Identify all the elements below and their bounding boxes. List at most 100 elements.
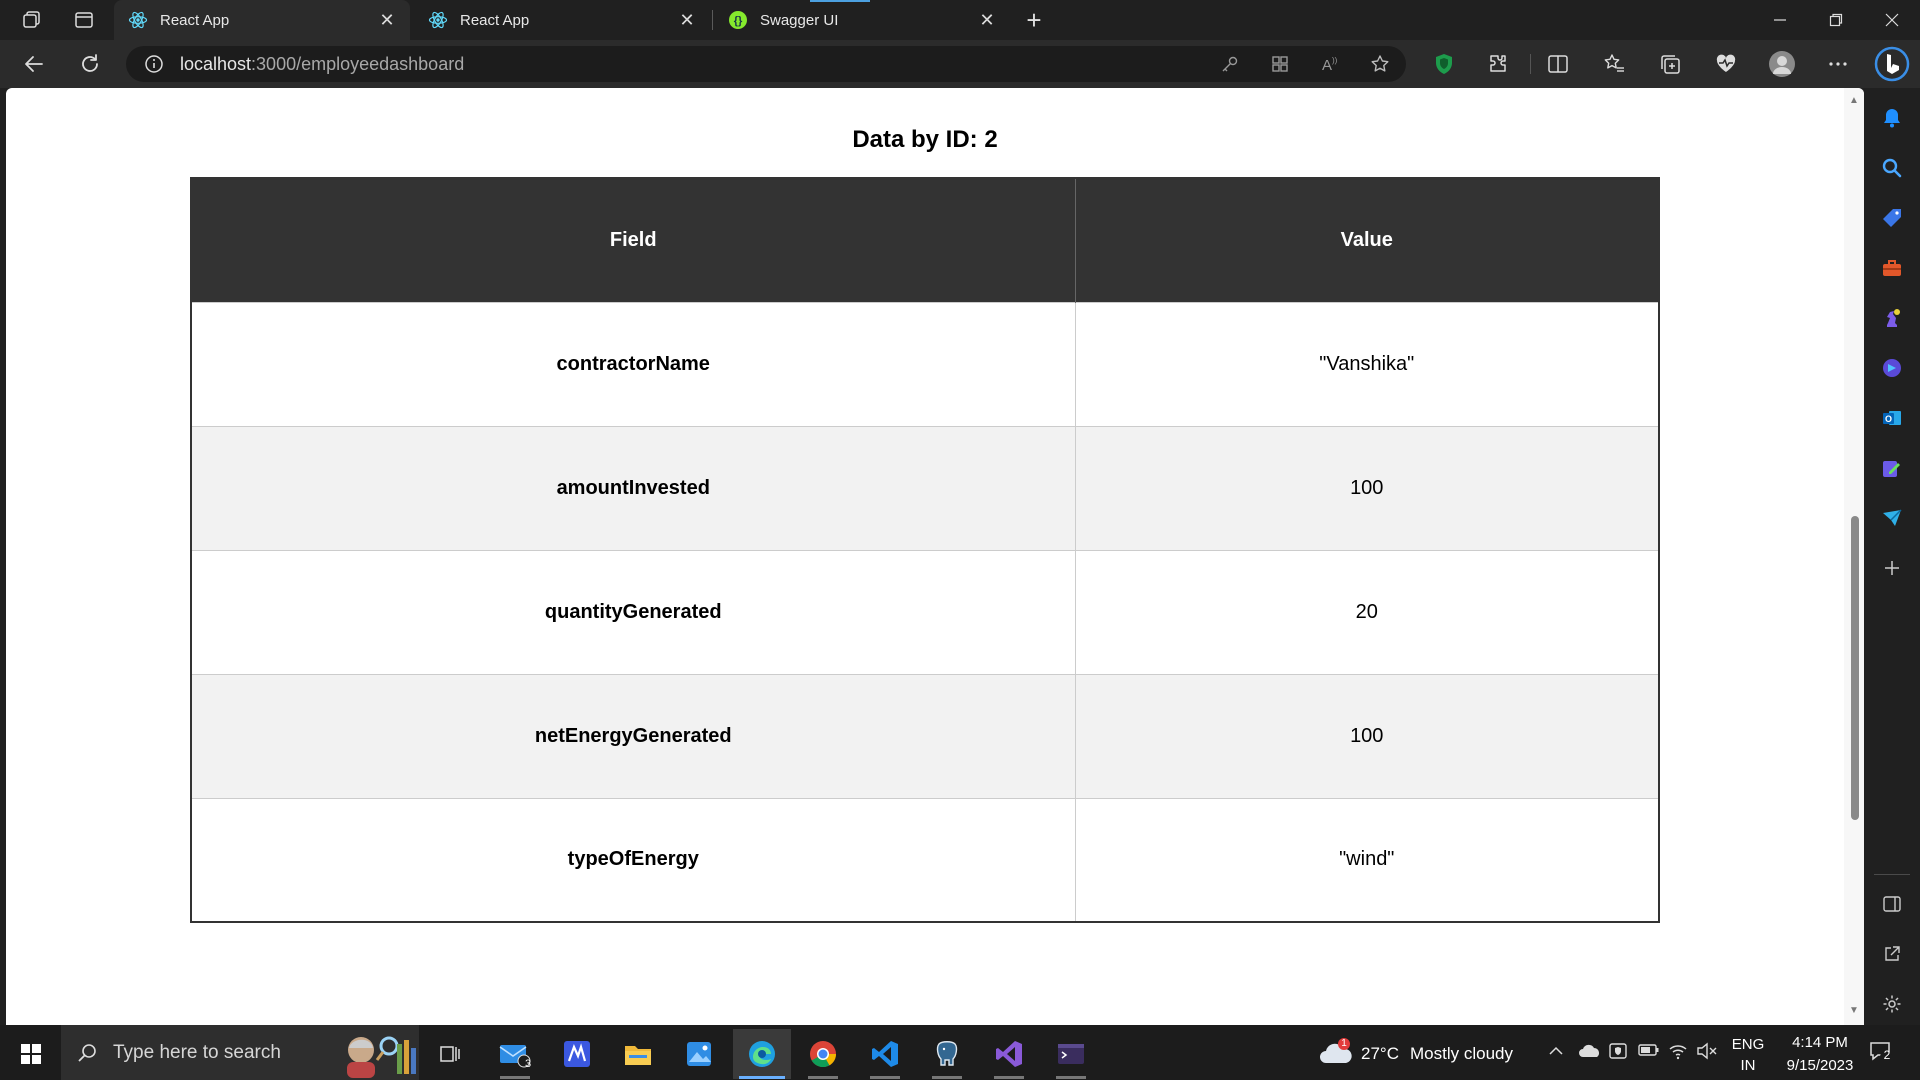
sidebar-open-external-button[interactable] (1876, 938, 1908, 970)
close-tab-icon[interactable]: ✕ (976, 9, 998, 31)
sidebar-settings-button[interactable] (1876, 988, 1908, 1020)
close-window-button[interactable] (1864, 0, 1920, 40)
sidebar-item-send[interactable] (1876, 502, 1908, 534)
taskbar-photos[interactable] (670, 1029, 728, 1079)
split-screen-button[interactable] (1540, 48, 1576, 80)
value-cell: 20 (1074, 549, 1659, 674)
battery-tray-icon[interactable] (1638, 1042, 1660, 1063)
new-tab-button[interactable]: + (1014, 5, 1054, 35)
wifi-tray-icon[interactable] (1668, 1041, 1688, 1066)
tab-title: React App (160, 11, 230, 29)
tab-strip: React App ✕ React App ✕ {} Swagger UI ✕ … (0, 0, 1920, 40)
extensions-button[interactable] (1480, 48, 1516, 80)
taskbar-app-m[interactable] (548, 1029, 606, 1079)
sidebar-item-drop[interactable] (1876, 452, 1908, 484)
address-bar[interactable]: localhost:3000/employeedashboard A)) (126, 46, 1406, 82)
edge-sidebar: O (1864, 88, 1920, 1025)
apps-icon[interactable] (1266, 52, 1294, 76)
taskbar-chrome[interactable] (794, 1029, 852, 1079)
sidebar-item-copilot-app[interactable] (1876, 352, 1908, 384)
table-row: contractorName "Vanshika" (191, 301, 1659, 426)
scrollbar-thumb[interactable] (1851, 516, 1859, 820)
plus-icon (1885, 561, 1899, 575)
onedrive-icon (1579, 1044, 1599, 1057)
close-tab-icon[interactable]: ✕ (676, 9, 698, 31)
sidebar-item-tools[interactable] (1876, 252, 1908, 284)
taskbar-pgadmin[interactable] (918, 1029, 976, 1079)
vscode-icon (872, 1041, 898, 1067)
value-cell: "wind" (1074, 797, 1659, 922)
password-key-icon[interactable] (1216, 52, 1244, 76)
site-info-icon[interactable] (144, 54, 164, 74)
outlook-icon: O (1883, 411, 1901, 425)
weather-condition: Mostly cloudy (1410, 1044, 1513, 1063)
minimize-icon (1774, 19, 1786, 21)
sidebar-add-button[interactable] (1876, 552, 1908, 584)
clock-date[interactable]: 9/15/2023 (1772, 1057, 1868, 1074)
workspaces-button[interactable] (14, 6, 50, 34)
taskbar-mail[interactable]: 3 (486, 1029, 544, 1079)
search-placeholder: Type here to search (113, 1041, 281, 1063)
back-button[interactable] (16, 48, 52, 80)
swagger-icon: {} (728, 10, 748, 30)
region-indicator[interactable]: IN (1730, 1057, 1766, 1074)
bell-icon (1884, 109, 1900, 128)
settings-more-button[interactable] (1820, 48, 1856, 80)
tab-actions-button[interactable] (66, 6, 102, 34)
browser-toolbar: localhost:3000/employeedashboard A)) (0, 40, 1920, 88)
language-indicator[interactable]: ENG (1730, 1036, 1766, 1053)
refresh-button[interactable] (72, 48, 108, 80)
scroll-down-arrow-icon[interactable]: ▼ (1849, 1006, 1859, 1016)
task-view-button[interactable] (421, 1029, 479, 1079)
close-tab-icon[interactable]: ✕ (376, 9, 398, 31)
taskbar-visual-studio[interactable] (980, 1029, 1038, 1079)
chess-piece-icon (1887, 309, 1900, 327)
profile-button[interactable] (1764, 48, 1800, 80)
running-indicator (808, 1076, 838, 1079)
tab-swagger-ui[interactable]: {} Swagger UI ✕ (714, 0, 1010, 40)
mail-badge: 3 (525, 1058, 532, 1070)
show-hidden-icons-button[interactable] (1548, 1043, 1564, 1064)
sidebar-item-search[interactable] (1876, 152, 1908, 184)
active-indicator (739, 1076, 785, 1079)
weather-widget[interactable]: 1 (1318, 1037, 1354, 1067)
taskbar-search-box[interactable]: Type here to search (61, 1025, 419, 1080)
scroll-up-arrow-icon[interactable]: ▲ (1849, 96, 1859, 106)
back-arrow-icon (25, 56, 43, 72)
read-aloud-icon[interactable]: A)) (1316, 52, 1344, 76)
security-tray-icon[interactable] (1608, 1041, 1628, 1066)
taskbar-file-explorer[interactable] (609, 1029, 667, 1079)
taskbar-terminal[interactable] (1042, 1029, 1100, 1079)
sidebar-item-shopping[interactable] (1876, 202, 1908, 234)
extension-shield-button[interactable] (1426, 48, 1462, 80)
collections-button[interactable] (1652, 48, 1688, 80)
vertical-scrollbar[interactable]: ▲ ▼ (1844, 88, 1864, 1025)
weather-temperature: 27°C (1361, 1044, 1399, 1063)
minimize-button[interactable] (1752, 0, 1808, 40)
favorite-star-icon[interactable] (1366, 52, 1394, 76)
start-button[interactable] (2, 1029, 60, 1079)
sidebar-item-notifications[interactable] (1876, 102, 1908, 134)
restore-button[interactable] (1808, 0, 1864, 40)
avatar (1769, 51, 1795, 77)
onedrive-tray-icon[interactable] (1578, 1041, 1602, 1066)
sidebar-item-games[interactable] (1876, 302, 1908, 334)
taskbar-edge[interactable] (733, 1029, 791, 1079)
sidebar-item-outlook[interactable]: O (1876, 402, 1908, 434)
favorites-button[interactable] (1596, 48, 1632, 80)
clock-time[interactable]: 4:14 PM (1772, 1034, 1868, 1051)
send-plane-icon (1883, 509, 1902, 526)
tab-react-app-1[interactable]: React App ✕ (114, 0, 410, 40)
edge-icon (749, 1041, 775, 1067)
wifi-icon (1669, 1045, 1687, 1060)
browser-essentials-button[interactable] (1708, 48, 1744, 80)
copilot-button[interactable] (1872, 44, 1912, 84)
windows-taskbar: Type here to search 3 1 27°C Mostly clou… (0, 1025, 1920, 1080)
notification-center-button[interactable]: 2 (1868, 1039, 1892, 1068)
sidebar-hide-button[interactable] (1876, 888, 1908, 920)
heart-pulse-icon (1716, 54, 1736, 72)
volume-tray-icon[interactable] (1696, 1041, 1718, 1066)
tab-react-app-2[interactable]: React App ✕ (414, 0, 710, 40)
running-indicator (932, 1076, 962, 1079)
taskbar-vscode[interactable] (856, 1029, 914, 1079)
